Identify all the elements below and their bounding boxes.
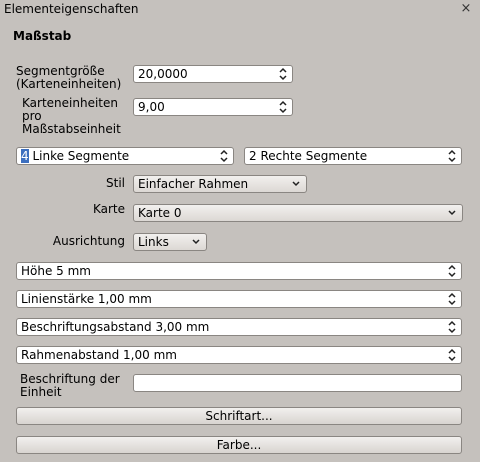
segment-size-value: 20,0000 xyxy=(138,67,188,81)
spin-arrows-icon[interactable] xyxy=(447,264,457,278)
left-segments-number: 4 xyxy=(21,149,29,163)
left-segments-spinbox[interactable]: 4 Linke Segmente xyxy=(16,147,234,165)
spin-arrows-icon[interactable] xyxy=(219,149,229,163)
style-value: Einfacher Rahmen xyxy=(138,177,249,191)
style-label: Stil xyxy=(106,176,125,190)
unit-label-label: Beschriftung der Einheit xyxy=(20,372,120,399)
segment-size-label: Segmentgröße (Karteneinheiten) xyxy=(16,64,122,91)
map-value: Karte 0 xyxy=(138,206,182,220)
right-segments-spinbox[interactable]: 2 Rechte Segmente xyxy=(244,147,462,165)
spin-arrows-icon[interactable] xyxy=(447,149,457,163)
close-icon[interactable]: × xyxy=(458,1,474,17)
chevron-down-icon xyxy=(447,209,457,217)
spin-arrows-icon[interactable] xyxy=(447,320,457,334)
map-label: Karte xyxy=(92,202,125,216)
chevron-down-icon xyxy=(191,238,201,246)
frame-spacing-value: Rahmenabstand 1,00 mm xyxy=(21,348,177,362)
alignment-label: Ausrichtung xyxy=(52,234,125,248)
left-segments-text: Linke Segmente xyxy=(28,149,130,163)
map-units-value: 9,00 xyxy=(138,100,165,114)
alignment-dropdown[interactable]: Links xyxy=(133,233,207,251)
frame-spacing-spinbox[interactable]: Rahmenabstand 1,00 mm xyxy=(16,346,462,364)
map-dropdown[interactable]: Karte 0 xyxy=(133,204,463,222)
height-spinbox[interactable]: Höhe 5 mm xyxy=(16,262,462,280)
label-spacing-value: Beschriftungsabstand 3,00 mm xyxy=(21,320,210,334)
font-button[interactable]: Schriftart... xyxy=(16,407,462,425)
label-spacing-spinbox[interactable]: Beschriftungsabstand 3,00 mm xyxy=(16,318,462,336)
map-units-spinbox[interactable]: 9,00 xyxy=(133,98,293,116)
section-title: Maßstab xyxy=(13,29,72,43)
map-units-label: Karteneinheiten pro Maßstabseinheit xyxy=(22,96,121,136)
unit-label-input[interactable] xyxy=(133,374,462,392)
right-segments-value: 2 Rechte Segmente xyxy=(249,149,368,163)
line-width-spinbox[interactable]: Linienstärke 1,00 mm xyxy=(16,290,462,308)
alignment-value: Links xyxy=(138,235,169,249)
spin-arrows-icon[interactable] xyxy=(278,100,288,114)
chevron-down-icon xyxy=(291,180,301,188)
segment-size-spinbox[interactable]: 20,0000 xyxy=(133,65,293,83)
color-button[interactable]: Farbe... xyxy=(16,436,462,454)
spin-arrows-icon[interactable] xyxy=(278,67,288,81)
spin-arrows-icon[interactable] xyxy=(447,292,457,306)
line-width-value: Linienstärke 1,00 mm xyxy=(21,292,152,306)
window-title: Elementeigenschaften xyxy=(4,2,139,16)
height-value: Höhe 5 mm xyxy=(21,264,91,278)
style-dropdown[interactable]: Einfacher Rahmen xyxy=(133,175,307,193)
spin-arrows-icon[interactable] xyxy=(447,348,457,362)
